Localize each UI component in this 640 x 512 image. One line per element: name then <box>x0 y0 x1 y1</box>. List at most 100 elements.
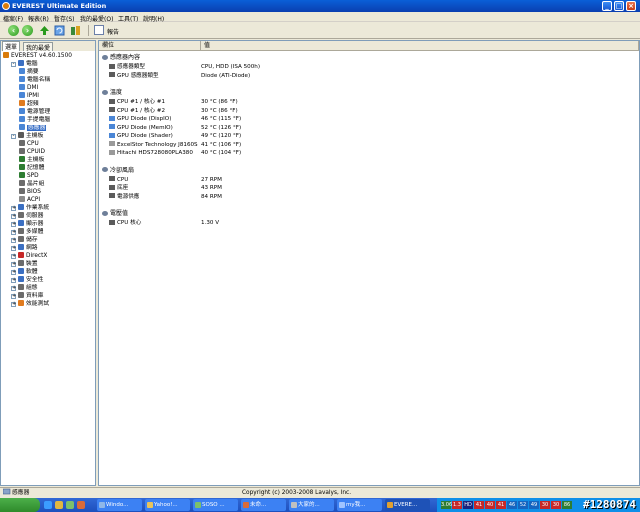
tree-item[interactable]: + 安全性 <box>11 276 43 284</box>
expand-icon[interactable]: + <box>11 262 16 267</box>
taskbar-button[interactable]: Windo... <box>97 499 142 511</box>
taskbar-button[interactable]: EVERE... <box>385 499 430 511</box>
back-button[interactable]: ‹ <box>8 25 19 36</box>
column-header-value[interactable]: 值 <box>201 41 639 51</box>
section-title: 感應器內容 <box>110 54 141 61</box>
detail-row[interactable]: 電源供應 84 RPM <box>109 193 629 201</box>
detail-row[interactable]: 底座 43 RPM <box>109 184 629 192</box>
tree-item[interactable]: DMI <box>19 84 38 92</box>
tree-item[interactable]: + 資料庫 <box>11 292 43 300</box>
taskbar-button-label: SOSO ... <box>202 502 225 508</box>
tree-item[interactable]: 超頻 <box>19 100 39 108</box>
title-bar[interactable]: EVEREST Ultimate Edition _ □ × <box>0 0 640 12</box>
close-button[interactable]: × <box>626 1 636 11</box>
tree-item[interactable]: 記憶體 <box>19 164 44 172</box>
detail-row[interactable]: Hitachi HDS728080PLA380 40 °C (104 °F) <box>109 149 629 157</box>
detail-row[interactable]: CPU #1 / 核心 #2 30 °C (86 °F) <box>109 107 629 115</box>
expand-icon[interactable]: + <box>11 206 16 211</box>
report-button[interactable] <box>94 25 104 35</box>
expand-icon[interactable]: + <box>11 294 16 299</box>
column-header-field[interactable]: 欄位 <box>99 41 201 51</box>
tree-item[interactable]: EVEREST v4.60.1500 <box>3 52 72 60</box>
tree-item[interactable]: 摘要 <box>19 68 39 76</box>
detail-row[interactable]: GPU Diode (MemIO) 52 °C (126 °F) <box>109 124 629 132</box>
tree-item[interactable]: + 多媒體 <box>11 228 43 236</box>
tree-item[interactable]: 電源管理 <box>19 108 50 116</box>
collapse-icon[interactable]: - <box>11 134 16 139</box>
expand-icon[interactable]: + <box>11 286 16 291</box>
desktop-quicklaunch-icon[interactable] <box>66 501 74 509</box>
app-icon <box>147 502 153 508</box>
taskbar-button[interactable]: SOSO ... <box>193 499 238 511</box>
tree-item-label: 晶片組 <box>27 181 45 187</box>
tree-item[interactable]: CPU <box>19 140 39 148</box>
tree-item[interactable]: - 主機板 <box>11 132 43 140</box>
tree-item[interactable]: + 儲存 <box>11 236 38 244</box>
taskbar-button[interactable]: Yahoo!... <box>145 499 190 511</box>
detail-row[interactable]: GPU Diode (DispIO) 46 °C (115 °F) <box>109 115 629 123</box>
expand-icon[interactable]: + <box>11 222 16 227</box>
tree-item[interactable]: BIOS <box>19 188 41 196</box>
expand-icon[interactable]: + <box>11 230 16 235</box>
tree-item[interactable]: + 作業系統 <box>11 204 49 212</box>
detail-row[interactable]: ExcelStor Technology J8160S 41 °C (106 °F… <box>109 141 629 149</box>
tree-item[interactable]: ACPI <box>19 196 40 204</box>
tree-item[interactable]: SPD <box>19 172 39 180</box>
tree-item[interactable]: + 顯示器 <box>11 220 43 228</box>
expand-icon[interactable]: + <box>11 214 16 219</box>
expand-icon[interactable]: + <box>11 278 16 283</box>
detail-value: 30 °C (86 °F) <box>201 99 238 105</box>
folder-quicklaunch-icon[interactable] <box>55 501 63 509</box>
tree-item-label: EVEREST v4.60.1500 <box>11 53 72 59</box>
tree-item[interactable]: 感應器 <box>19 124 47 132</box>
benchmark-icon <box>18 300 24 306</box>
tree-item[interactable]: + 效能測試 <box>11 300 49 308</box>
expand-icon[interactable]: + <box>11 238 16 243</box>
detail-row[interactable]: GPU 感應器類型 Diode (ATI-Diode) <box>109 72 629 80</box>
tree-item[interactable]: + 伺服器 <box>11 212 43 220</box>
tree-item[interactable]: + 軟體 <box>11 268 38 276</box>
media-quicklaunch-icon[interactable] <box>77 501 85 509</box>
status-sensor-icon <box>2 488 11 498</box>
detail-row[interactable]: CPU #1 / 核心 #1 30 °C (86 °F) <box>109 98 629 106</box>
forward-button[interactable]: › <box>22 25 33 36</box>
expand-icon[interactable]: + <box>11 254 16 259</box>
users-button[interactable] <box>70 25 81 36</box>
tree-item[interactable]: 電腦名稱 <box>19 76 50 84</box>
ie-quicklaunch-icon[interactable] <box>44 501 52 509</box>
minimize-button[interactable]: _ <box>602 1 612 11</box>
tree-item[interactable]: 主機板 <box>19 156 44 164</box>
section-header[interactable]: 感應器內容 <box>102 54 140 62</box>
section-header[interactable]: 溫度 <box>102 89 122 97</box>
expand-icon[interactable]: + <box>11 302 16 307</box>
tree-item[interactable]: + DirectX <box>11 252 47 260</box>
taskbar-button[interactable]: 大家的... <box>289 499 334 511</box>
tree-item[interactable]: CPUID <box>19 148 45 156</box>
tree-item[interactable]: + 組態 <box>11 284 38 292</box>
tree-item[interactable]: + 裝置 <box>11 260 38 268</box>
refresh-button[interactable] <box>54 25 65 36</box>
maximize-button[interactable]: □ <box>614 1 624 11</box>
tree-item[interactable]: IPMI <box>19 92 39 100</box>
tree-item[interactable]: + 網路 <box>11 244 38 252</box>
detail-row[interactable]: CPU 核心 1.30 V <box>109 219 629 227</box>
start-button[interactable] <box>0 498 40 512</box>
up-button[interactable] <box>39 25 50 36</box>
detail-row[interactable]: CPU 27 RPM <box>109 176 629 184</box>
expand-icon[interactable]: + <box>11 246 16 251</box>
tab-favorites[interactable]: 我的最愛 <box>23 42 54 52</box>
tree-item[interactable]: 手提電腦 <box>19 116 50 124</box>
report-label[interactable]: 報告 <box>107 27 119 36</box>
tree-item[interactable]: - 電腦 <box>11 60 38 68</box>
tab-menu[interactable]: 選單 <box>2 41 21 51</box>
tree-item[interactable]: 晶片組 <box>19 180 44 188</box>
detail-row[interactable]: 感應器類型 CPU, HDD (ISA 500h) <box>109 63 629 71</box>
expand-icon[interactable]: + <box>11 270 16 275</box>
section-header[interactable]: 冷卻風扇 <box>102 167 134 175</box>
taskbar-button[interactable]: my我... <box>337 499 382 511</box>
detail-row[interactable]: GPU Diode (Shader) 49 °C (120 °F) <box>109 132 629 140</box>
detail-value: 41 °C (106 °F) <box>201 141 242 148</box>
section-header[interactable]: 電壓值 <box>102 210 128 218</box>
taskbar-button[interactable]: 未命... <box>241 499 286 511</box>
collapse-icon[interactable]: - <box>11 62 16 67</box>
